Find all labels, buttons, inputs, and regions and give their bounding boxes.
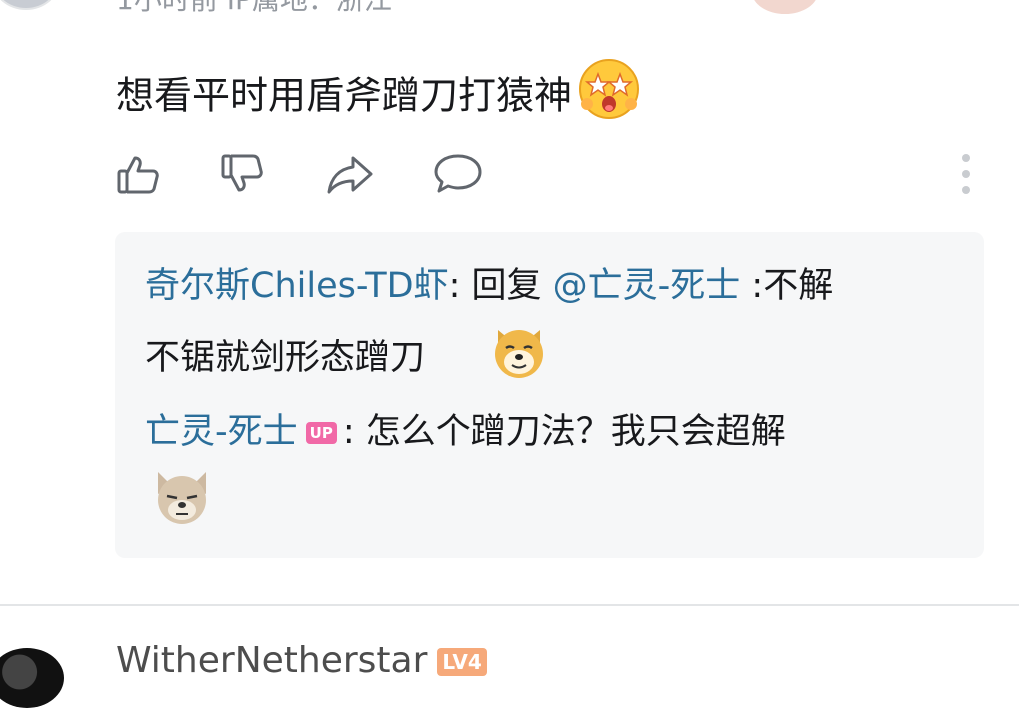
reply-text: :不解 xyxy=(740,266,834,306)
reply-button[interactable] xyxy=(432,150,484,202)
decoration-sticker xyxy=(752,0,818,14)
excited-face-emoji-icon xyxy=(578,58,640,138)
comment-body: 想看平时用盾斧蹭刀打猿神 xyxy=(116,73,573,118)
username[interactable]: WitherNetherstar xyxy=(116,640,427,681)
like-button[interactable] xyxy=(112,150,164,202)
wolf-emote-icon xyxy=(152,468,212,530)
reply-text-continued: 不锯就剑形态蹭刀 xyxy=(145,338,426,378)
level-badge: LV4 xyxy=(437,648,487,676)
thumbs-up-icon xyxy=(114,150,162,202)
share-button[interactable] xyxy=(324,150,376,202)
reply-username[interactable]: 亡灵-死士 xyxy=(145,412,298,452)
reply-item: 亡灵-死士 UP: 怎么个蹭刀法？我只会超解 xyxy=(145,396,786,468)
comment-icon xyxy=(432,150,484,202)
thumbs-down-icon xyxy=(218,150,266,202)
reply-item: 奇尔斯Chiles-TD虾: 回复 @亡灵-死士 :不解 xyxy=(145,250,833,322)
reply-separator: : xyxy=(448,266,472,306)
reply-username[interactable]: 奇尔斯Chiles-TD虾 xyxy=(145,266,449,306)
doge-emote-icon xyxy=(490,322,548,384)
comment-meta: 1小时前 IP属地：浙江 xyxy=(116,0,392,18)
mention-link[interactable]: @亡灵-死士 xyxy=(553,266,741,306)
comment-divider xyxy=(0,604,1019,606)
reply-text: : 怎么个蹭刀法？我只会超解 xyxy=(342,412,786,452)
reply-item-continued: 不锯就剑形态蹭刀 xyxy=(145,322,425,394)
comment-text: 想看平时用盾斧蹭刀打猿神 xyxy=(116,58,640,138)
avatar[interactable] xyxy=(0,648,64,708)
more-vertical-icon xyxy=(958,152,974,200)
more-options-button[interactable] xyxy=(940,150,992,202)
reply-prefix: 回复 xyxy=(471,266,553,306)
dislike-button[interactable] xyxy=(216,150,268,202)
avatar[interactable] xyxy=(0,0,60,10)
next-comment-header: WitherNetherstar LV4 xyxy=(116,640,487,681)
share-icon xyxy=(325,150,375,202)
up-badge: UP xyxy=(305,422,337,444)
